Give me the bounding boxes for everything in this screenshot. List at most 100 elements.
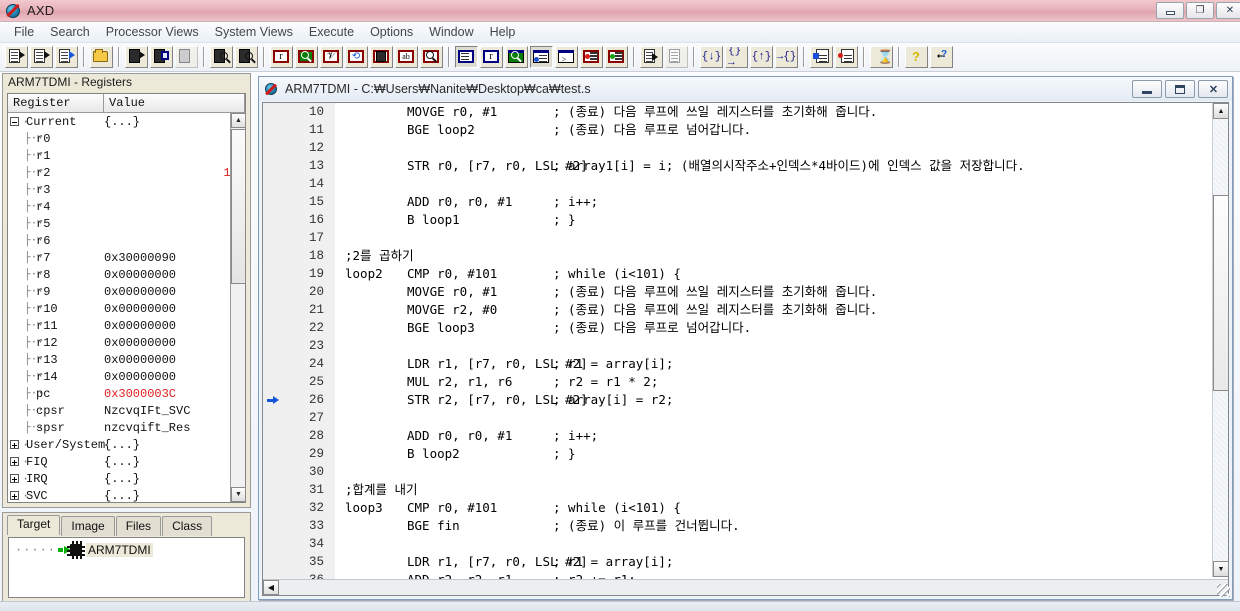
- help-icon[interactable]: ?: [905, 46, 928, 68]
- backtrace-icon[interactable]: [455, 46, 478, 68]
- line-number[interactable]: 33: [263, 517, 335, 535]
- open-folder-icon[interactable]: [90, 46, 113, 68]
- register-row[interactable]: ├··r50: [8, 215, 245, 232]
- register-row[interactable]: ├·· r9 0x00000000: [8, 283, 245, 300]
- code-line[interactable]: [345, 175, 1228, 193]
- code-line[interactable]: B loop2 ; }: [345, 445, 1228, 463]
- reload-image-icon[interactable]: [30, 46, 53, 68]
- hscroll-left-button[interactable]: ◀: [263, 580, 279, 595]
- maximize-button[interactable]: ❐: [1186, 2, 1214, 19]
- code-line[interactable]: ADD r2, r2, r1; r2 += r1;: [345, 571, 1228, 579]
- register-row[interactable]: · Current {...}: [8, 113, 245, 130]
- code-line[interactable]: LDR r1, [r7, r0, LSL #2]; r1 = array[i];: [345, 355, 1228, 373]
- code-line[interactable]: MOVGE r0, #1 ; (종료) 다음 루프에 쓰일 레지스터를 초기화해 …: [345, 103, 1228, 121]
- line-number[interactable]: 21: [263, 301, 335, 319]
- registers-scroll-down-button[interactable]: ▼: [231, 487, 246, 502]
- code-line[interactable]: BGE loop2 ; (종료) 다음 루프로 넘어갑니다.: [345, 121, 1228, 139]
- line-number[interactable]: 10: [263, 103, 335, 121]
- line-number[interactable]: 31: [263, 481, 335, 499]
- line-number[interactable]: 24: [263, 355, 335, 373]
- editor-vertical-scrollbar[interactable]: ▲ ▼: [1212, 103, 1229, 577]
- line-number[interactable]: 34: [263, 535, 335, 553]
- line-number[interactable]: 11: [263, 121, 335, 139]
- watchpoints-green-icon[interactable]: [605, 46, 628, 68]
- code-line[interactable]: STR r2, [r7, r0, LSL #2]; array[i] = r2;: [345, 391, 1228, 409]
- step-out-icon[interactable]: {↑}: [750, 46, 773, 68]
- register-row[interactable]: ├·· spsr nzcvqift_Res: [8, 419, 245, 436]
- code-line[interactable]: MOVGE r2, #0 ; (종료) 다음 루프에 쓰일 레지스터를 초기화해 …: [345, 301, 1228, 319]
- load-image-icon[interactable]: [5, 46, 28, 68]
- line-number[interactable]: 25: [263, 373, 335, 391]
- register-row[interactable]: ├·· r11 0x00000000: [8, 317, 245, 334]
- register-row[interactable]: · IRQ {...}: [8, 470, 245, 487]
- line-number[interactable]: 26: [263, 391, 335, 409]
- line-number[interactable]: 20: [263, 283, 335, 301]
- register-row[interactable]: ├·· r8 0x00000000: [8, 266, 245, 283]
- register-row[interactable]: ├··r40: [8, 198, 245, 215]
- code-line[interactable]: [345, 337, 1228, 355]
- step-over-icon[interactable]: {}→: [725, 46, 748, 68]
- line-number[interactable]: 15: [263, 193, 335, 211]
- code-line[interactable]: BGE fin ; (종료) 이 루프를 건너뜁니다.: [345, 517, 1228, 535]
- vscroll-up-button[interactable]: ▲: [1213, 103, 1229, 119]
- search-green-icon[interactable]: [295, 46, 318, 68]
- menu-window[interactable]: Window: [421, 23, 481, 41]
- editor-minimize-button[interactable]: [1132, 80, 1162, 98]
- expand-icon[interactable]: [10, 474, 19, 483]
- registers-scroll-up-button[interactable]: ▲: [231, 113, 246, 128]
- code-line[interactable]: BGE loop3 ; (종료) 다음 루프로 넘어갑니다.: [345, 319, 1228, 337]
- register-row[interactable]: ├·· r7 0x30000090: [8, 249, 245, 266]
- registers-scroll-thumb[interactable]: [231, 129, 246, 284]
- minimize-button[interactable]: [1156, 2, 1184, 19]
- register-row[interactable]: ├··r30: [8, 181, 245, 198]
- inspect-magnifier-icon[interactable]: [420, 46, 443, 68]
- toggle-breakpoint-icon[interactable]: [835, 46, 858, 68]
- code-line[interactable]: STR r0, [r7, r0, LSL #2]; array1[i] = i;…: [345, 157, 1228, 175]
- menu-processor-views[interactable]: Processor Views: [98, 23, 207, 41]
- menu-help[interactable]: Help: [482, 23, 524, 41]
- tab-files[interactable]: Files: [115, 516, 162, 536]
- line-number[interactable]: 18: [263, 247, 335, 265]
- locals-ab-icon[interactable]: ab: [395, 46, 418, 68]
- source-list-icon[interactable]: [530, 46, 553, 68]
- code-line[interactable]: [345, 463, 1228, 481]
- register-row[interactable]: ├·· cpsr NzcvqIFt_SVC: [8, 402, 245, 419]
- load-debug-icon[interactable]: [55, 46, 78, 68]
- tab-class[interactable]: Class: [162, 516, 213, 536]
- vscroll-down-button[interactable]: ▼: [1213, 561, 1229, 577]
- line-number[interactable]: 28: [263, 427, 335, 445]
- code-line[interactable]: loop3 CMP r0, #101 ; while (i<101) {: [345, 499, 1228, 517]
- set-breakpoint-icon[interactable]: [810, 46, 833, 68]
- line-number[interactable]: 36: [263, 571, 335, 579]
- line-number[interactable]: 16: [263, 211, 335, 229]
- register-row[interactable]: ├··r62: [8, 232, 245, 249]
- register-row[interactable]: · User/System {...}: [8, 436, 245, 453]
- register-row[interactable]: · SVC {...}: [8, 487, 245, 502]
- code-line[interactable]: ADD r0, r0, #1 ; i++;: [345, 193, 1228, 211]
- code-line[interactable]: LDR r1, [r7, r0, LSL #2]; r1 = array[i];: [345, 553, 1228, 571]
- tab-target[interactable]: Target: [7, 515, 61, 535]
- line-number[interactable]: 22: [263, 319, 335, 337]
- code-line[interactable]: [345, 409, 1228, 427]
- vscroll-thumb[interactable]: [1213, 195, 1229, 391]
- go-icon[interactable]: [640, 46, 663, 68]
- column-header-register[interactable]: Register: [8, 94, 104, 113]
- register-row[interactable]: ├··r076: [8, 130, 245, 147]
- register-row[interactable]: ├··r2152: [8, 164, 245, 181]
- register-row[interactable]: ├·· pc 0x3000003C: [8, 385, 245, 402]
- editor-close-button[interactable]: ✕: [1198, 80, 1228, 98]
- column-header-value[interactable]: Value: [104, 94, 245, 113]
- line-number[interactable]: 27: [263, 409, 335, 427]
- code-line[interactable]: ;합계를 내기: [345, 481, 1228, 499]
- line-number-gutter[interactable]: 10 11 12 13 14 15 16 17 18 19 20 21 22 23 24 25 26 27 28 29…: [263, 103, 335, 579]
- tab-image[interactable]: Image: [61, 516, 115, 536]
- run-to-cursor-icon[interactable]: →{}: [775, 46, 798, 68]
- code-line[interactable]: [345, 535, 1228, 553]
- variables-icon[interactable]: 𝒱: [320, 46, 343, 68]
- expand-icon[interactable]: [10, 440, 19, 449]
- menu-options[interactable]: Options: [362, 23, 421, 41]
- register-row[interactable]: ├·· r14 0x00000000: [8, 368, 245, 385]
- watch-icon[interactable]: ⟲: [345, 46, 368, 68]
- console-icon[interactable]: >_: [555, 46, 578, 68]
- save-as-icon[interactable]: [150, 46, 173, 68]
